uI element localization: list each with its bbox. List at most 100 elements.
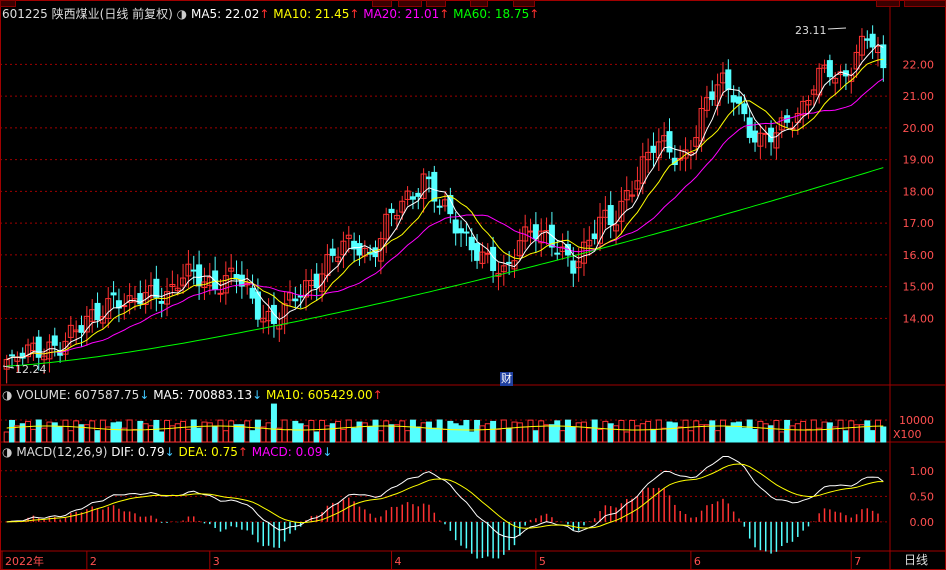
date-tick-label: 2 (90, 555, 97, 568)
candle-body (110, 292, 117, 296)
chart-settings-icon[interactable]: ◑ (2, 388, 12, 402)
chart-settings-icon[interactable]: ◑ (177, 7, 187, 21)
volume-bar (351, 427, 358, 443)
toolbar-tab-5[interactable] (470, 0, 488, 7)
volume-bar (89, 420, 96, 443)
volume-unit-label: X100 (893, 428, 922, 441)
price-tick-label: 15.00 (903, 281, 935, 294)
volume-bar (864, 420, 871, 443)
volume-bar (345, 419, 352, 443)
volume-bar (698, 424, 705, 443)
volume-bar (703, 424, 710, 443)
candle-body (153, 278, 160, 298)
volume-bar (746, 419, 753, 443)
volume-bar (313, 431, 320, 443)
volume-bar (794, 423, 801, 443)
volume-bar (41, 427, 48, 443)
stock-chart[interactable]: 14.0015.0016.0017.0018.0019.0020.0021.00… (0, 0, 946, 570)
toolbar-tab-1[interactable] (0, 0, 16, 7)
candle-body (94, 302, 101, 321)
candle-body (436, 205, 443, 208)
volume-ma5-value: MA5: 700883.13 (153, 388, 253, 402)
macd-legend: ◑ MACD(12,26,9) DIF: 0.79↓ DEA: 0.75↑ MA… (2, 445, 332, 459)
volume-bar (500, 419, 507, 443)
ma60-up-arrow-icon: ↑ (529, 7, 540, 21)
finance-event-marker[interactable]: 财 (500, 372, 513, 386)
volume-bar (677, 426, 684, 443)
candle-body (292, 298, 299, 302)
candle-body (431, 171, 438, 202)
candle-body (826, 60, 833, 78)
volume-bar (538, 420, 545, 443)
ma20-up-arrow-icon: ↑ (439, 7, 450, 21)
volume-bar (249, 430, 256, 443)
ma60-value: MA60: 18.75 (453, 7, 530, 21)
candle-body (452, 219, 459, 234)
candle-body (591, 233, 598, 240)
candle-body (425, 176, 432, 180)
toolbar-tab-6[interactable] (513, 0, 535, 7)
toolbar-tab-3[interactable] (398, 0, 422, 7)
volume-bar (527, 419, 534, 443)
ma20-value: MA20: 21.01 (363, 7, 440, 21)
volume-bar (415, 426, 422, 443)
dea-value: DEA: 0.75 (178, 445, 238, 459)
candle-body (746, 117, 753, 138)
candle-body (212, 270, 219, 290)
volume-bar (511, 421, 518, 443)
volume-bar (244, 420, 251, 443)
volume-bar (800, 420, 807, 443)
volume-bar (142, 423, 149, 443)
candle-body (725, 69, 732, 90)
volume-bar (597, 428, 604, 443)
volume-bar (420, 422, 427, 443)
period-button[interactable]: 日线 (904, 553, 928, 567)
volume-bar (190, 419, 197, 443)
candle-body (409, 196, 416, 200)
volume-bar (372, 419, 379, 443)
volume-bar (281, 419, 288, 443)
stock-name: 陕西煤业 (51, 7, 100, 21)
candle-body (741, 103, 748, 115)
volume-ma5-down-arrow-icon: ↓ (252, 388, 263, 402)
volume-bar (789, 425, 796, 443)
high-pointer-arrow (827, 27, 847, 30)
volume-bar (329, 423, 336, 443)
volume-bar (292, 420, 299, 443)
candle-body (356, 243, 363, 256)
volume-bar (516, 422, 523, 443)
volume-bar (126, 419, 133, 443)
volume-bar (618, 419, 625, 443)
volume-bar (361, 422, 368, 443)
volume-bar (752, 428, 759, 443)
candle-body (506, 261, 513, 264)
volume-bar (655, 419, 662, 443)
volume-bar (324, 425, 331, 443)
volume-bar (778, 431, 785, 443)
candle-body (415, 192, 422, 197)
toolbar-tab-2[interactable] (372, 0, 392, 7)
candle-body (388, 208, 395, 214)
macd-title: MACD(12,26,9) (16, 445, 108, 459)
volume-bar (548, 424, 555, 443)
volume-bar (650, 428, 657, 443)
toolbar-tab-4[interactable] (426, 0, 446, 7)
volume-bar (94, 430, 101, 443)
volume-bar (425, 421, 432, 443)
toolbar-tab-8[interactable] (904, 0, 946, 7)
candle-body (249, 287, 256, 299)
volume-bar (447, 420, 454, 443)
chart-settings-icon[interactable]: ◑ (2, 445, 12, 459)
volume-bar (543, 424, 550, 443)
volume-bar (757, 420, 764, 443)
volume-legend: ◑ VOLUME: 607587.75↓ MA5: 700883.13↓ MA1… (2, 388, 383, 402)
toolbar-tab-7[interactable] (876, 0, 900, 7)
volume-bar (458, 425, 465, 443)
volume-bar (228, 420, 235, 443)
volume-bar (201, 421, 208, 443)
volume-ma10-up-arrow-icon: ↑ (372, 388, 383, 402)
volume-bar (762, 423, 769, 443)
candle-body (730, 95, 737, 103)
volume-bar (784, 419, 791, 443)
volume-bar (260, 426, 267, 443)
